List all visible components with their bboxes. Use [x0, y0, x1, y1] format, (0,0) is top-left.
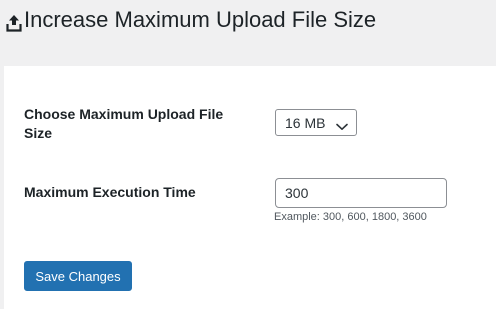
upload-size-label: Choose Maximum Upload File Size [24, 106, 224, 141]
upload-icon [6, 11, 22, 32]
page-title: Increase Maximum Upload File Size [6, 6, 376, 34]
chevron-down-icon [336, 118, 348, 130]
page-header: Increase Maximum Upload File Size [0, 0, 496, 66]
execution-time-input[interactable] [275, 178, 447, 208]
page-title-text: Increase Maximum Upload File Size [24, 7, 377, 32]
execution-time-hint: Example: 300, 600, 1800, 3600 [274, 211, 427, 223]
settings-panel: Choose Maximum Upload File Size 16 MB Ma… [4, 66, 496, 309]
upload-size-select[interactable]: 16 MB [275, 109, 357, 136]
upload-size-selected-value: 16 MB [285, 114, 326, 131]
save-button[interactable]: Save Changes [24, 261, 132, 291]
execution-time-label: Maximum Execution Time [24, 184, 196, 200]
